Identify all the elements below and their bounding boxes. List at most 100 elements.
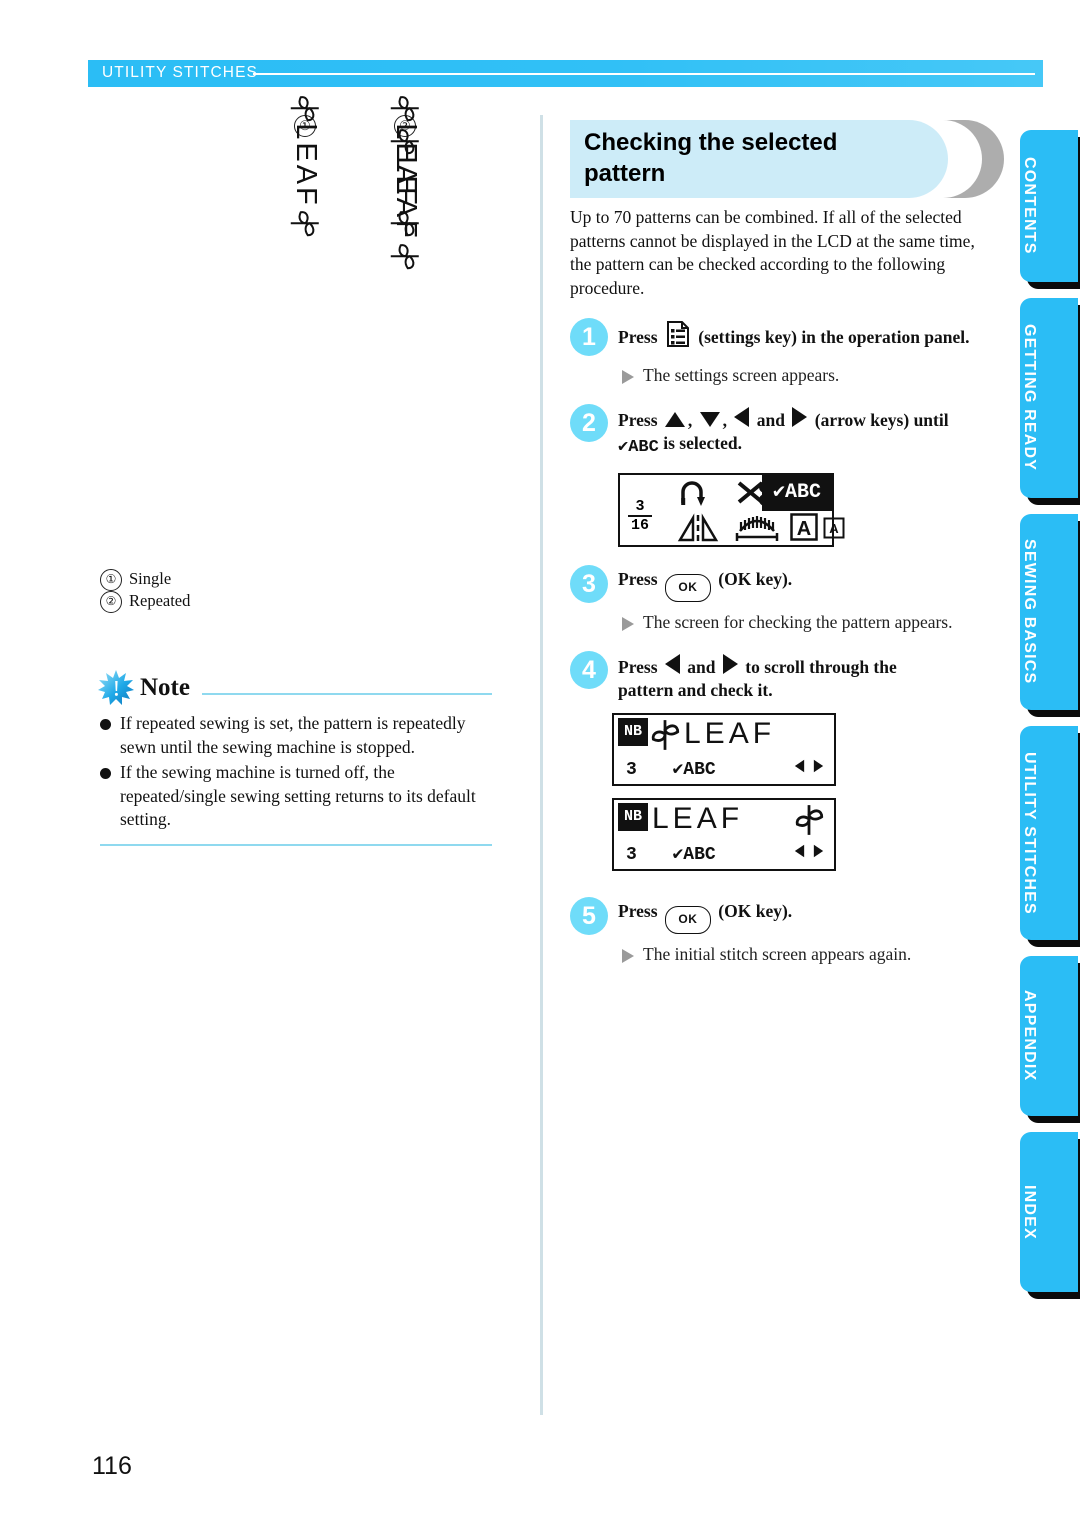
- lcd-scroll-arrows[interactable]: [792, 756, 826, 776]
- sidebar-item-contents[interactable]: CONTENTS: [1020, 130, 1078, 282]
- step-3-result: The screen for checking the pattern appe…: [622, 612, 1002, 633]
- chapter-label: UTILITY STITCHES: [102, 64, 258, 81]
- repeated-pattern-stack: LEAF LEAF: [345, 96, 465, 269]
- tab-label: CONTENTS: [1021, 157, 1038, 255]
- step-text-after: (OK key).: [718, 569, 793, 589]
- leaf-icon: [289, 208, 321, 238]
- section-title: Checking the selected pattern: [570, 120, 1004, 202]
- mode-badge: NB: [618, 803, 648, 831]
- stitch-illustrations: ① LEAF ② LEAF LEAF: [140, 96, 530, 555]
- legend-marker: ①: [100, 569, 122, 591]
- arrow-up-icon[interactable]: [664, 412, 685, 427]
- step-1: 1 Press (settings key) in the operation …: [570, 318, 1002, 356]
- step-text-after: (OK key).: [718, 901, 793, 921]
- pattern-unit: LEAF: [289, 93, 322, 238]
- lcd-pattern-screen-2: NB LEAF 3 ✔ABC: [612, 798, 836, 871]
- note-header: Note: [98, 670, 492, 705]
- tab-label: APPENDIX: [1021, 990, 1038, 1082]
- leaf-icon: [289, 93, 321, 123]
- step-text-before: Press: [618, 901, 658, 921]
- leaf-icon: [389, 241, 421, 271]
- arrow-left-icon[interactable]: [794, 844, 805, 858]
- mirror-image-icon: [676, 513, 720, 548]
- arrow-right-icon[interactable]: [722, 654, 738, 674]
- mode-badge: NB: [618, 718, 648, 746]
- step-text: Press and to scroll through the pattern …: [618, 651, 897, 701]
- lcd-status-line: 3 ✔ABC: [626, 843, 716, 865]
- step-1-result: The settings screen appears.: [622, 365, 1002, 386]
- note-bottom-rule: [100, 843, 492, 846]
- chapter-header-band: UTILITY STITCHES: [88, 60, 1043, 87]
- leaf-icon: [792, 803, 826, 842]
- arrow-right-icon[interactable]: [813, 759, 824, 773]
- sidebar-item-sewing-basics[interactable]: SEWING BASICS: [1020, 514, 1078, 710]
- step-text-after: to scroll through the: [745, 657, 897, 677]
- arrow-right-icon[interactable]: [813, 844, 824, 858]
- abc-mode-label: ✔ABC: [618, 437, 659, 457]
- note-header-rule: [201, 692, 492, 696]
- tab-label: GETTING READY: [1021, 324, 1038, 472]
- step-text: Press OK (OK key).: [618, 897, 792, 935]
- lcd-scroll-arrows[interactable]: [792, 841, 826, 861]
- sidebar-item-appendix[interactable]: APPENDIX: [1020, 956, 1078, 1116]
- legend-label: Single: [129, 569, 172, 588]
- pattern-unit: LEAF: [389, 126, 422, 271]
- ok-key-icon[interactable]: OK: [664, 574, 711, 602]
- svg-text:A: A: [797, 518, 811, 540]
- arrow-left-icon[interactable]: [664, 654, 680, 674]
- sidebar-item-utility-stitches[interactable]: UTILITY STITCHES: [1020, 726, 1078, 940]
- settings-key-icon[interactable]: [662, 321, 694, 347]
- note-starburst-icon: [96, 668, 136, 708]
- tab-label: UTILITY STITCHES: [1021, 751, 1038, 915]
- bullet-icon: [100, 719, 111, 730]
- step-text: Press , , and (arrow keys) until ✔ABC is…: [618, 404, 949, 459]
- step-2: 2 Press , , and (arrow keys) until ✔ABC …: [570, 404, 1002, 459]
- legend-marker: ②: [100, 591, 122, 613]
- abc-mode-label: ✔ABC: [672, 845, 716, 865]
- pattern-word-display: LEAF: [684, 717, 776, 750]
- step-number-badge: 1: [570, 318, 608, 356]
- fraction-denominator: 16: [630, 517, 649, 534]
- page-title: Checking the selected pattern: [584, 127, 884, 189]
- step-text: Press (settings key) in the operation pa…: [618, 318, 970, 356]
- result-arrow-icon: [622, 617, 634, 631]
- abc-highlighted-item[interactable]: ✔ABC: [762, 475, 832, 511]
- tab-label: INDEX: [1021, 1184, 1038, 1240]
- page-title-line2: pattern: [584, 160, 666, 187]
- arrow-left-icon[interactable]: [734, 407, 750, 427]
- sidebar-item-index[interactable]: INDEX: [1020, 1132, 1078, 1292]
- arrow-right-icon[interactable]: [792, 407, 808, 427]
- abc-mode-label: ✔ABC: [672, 760, 716, 780]
- step-text-before: Press: [618, 410, 658, 430]
- result-text: The initial stitch screen appears again.: [643, 944, 912, 964]
- step-text: Press OK (OK key).: [618, 565, 792, 603]
- arrow-down-icon[interactable]: [699, 412, 720, 427]
- svg-text:A: A: [829, 521, 839, 536]
- arrow-left-icon[interactable]: [794, 759, 805, 773]
- illustration-repeated: ② LEAF LEAF: [345, 96, 465, 269]
- step-5: 5 Press OK (OK key).: [570, 897, 1002, 935]
- note-title: Note: [140, 674, 190, 701]
- stitch-length-fraction: 3 16: [628, 499, 652, 534]
- step-number-badge: 5: [570, 897, 608, 935]
- pattern-word-display: LEAF: [652, 802, 744, 835]
- legend-item: ① Single: [100, 569, 530, 591]
- step-text-before: Press: [618, 657, 658, 677]
- lcd-settings-screen: 3 16 ✔ABC A A: [618, 473, 845, 548]
- step-number-badge: 3: [570, 565, 608, 603]
- fraction-numerator: 3: [635, 498, 645, 515]
- leaf-icon: [389, 93, 421, 123]
- ok-key-icon[interactable]: OK: [664, 906, 711, 934]
- step-4: 4 Press and to scroll through the patter…: [570, 651, 1002, 701]
- pattern-count: 3: [626, 845, 637, 865]
- stitch-width-icon: [732, 513, 782, 548]
- step-number-badge: 4: [570, 651, 608, 689]
- leaf-icon: [389, 126, 421, 156]
- note-box: Note If repeated sewing is set, the patt…: [98, 670, 492, 846]
- note-item-text: If the sewing machine is turned off, the…: [120, 762, 476, 829]
- step-5-result: The initial stitch screen appears again.: [622, 944, 1002, 965]
- column-divider: [540, 115, 543, 1415]
- legend-item: ② Repeated: [100, 591, 530, 613]
- sidebar-item-getting-ready[interactable]: GETTING READY: [1020, 298, 1078, 498]
- result-text: The settings screen appears.: [643, 365, 840, 385]
